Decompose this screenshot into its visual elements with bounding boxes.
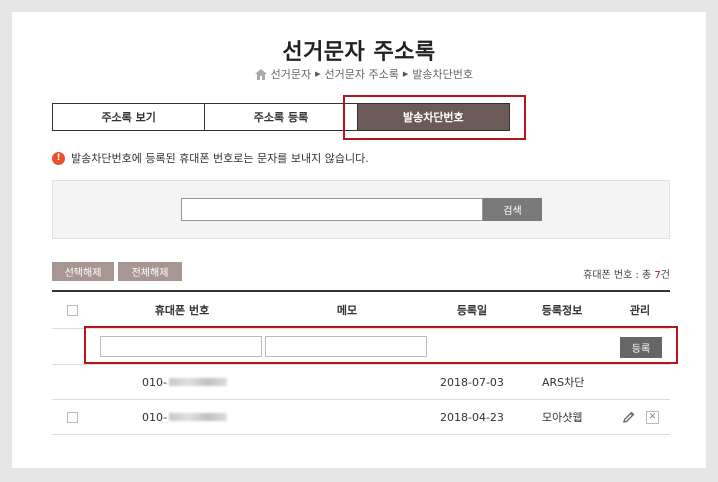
table-header: 휴대폰 번호 메모 등록일 등록정보 관리 bbox=[52, 292, 670, 329]
breadcrumb-item[interactable]: 선거문자 주소록 bbox=[325, 66, 399, 82]
notice-text: 발송차단번호에 등록된 휴대폰 번호로는 문자를 보내지 않습니다. bbox=[71, 152, 369, 165]
row-date: 2018-07-03 bbox=[440, 375, 504, 389]
chevron-right-icon: ▶ bbox=[315, 70, 321, 78]
total-count: 휴대폰 번호 : 총 7건 bbox=[583, 266, 670, 281]
memo-input[interactable] bbox=[265, 336, 427, 357]
row-checkbox[interactable] bbox=[67, 411, 78, 423]
phone-prefix: 010- bbox=[142, 375, 167, 389]
header-phone: 휴대폰 번호 bbox=[154, 304, 210, 317]
table-row: 010- 2018-04-23 모아샷웹 ✕ bbox=[52, 400, 670, 435]
tab-address-register[interactable]: 주소록 등록 bbox=[205, 104, 358, 130]
masked-number bbox=[168, 413, 227, 421]
header-manage: 관리 bbox=[629, 304, 651, 317]
home-icon[interactable] bbox=[254, 68, 267, 80]
tab-blocked-numbers[interactable]: 발송차단번호 bbox=[357, 104, 509, 130]
header-info: 등록정보 bbox=[541, 304, 583, 317]
breadcrumb-item[interactable]: 선거문자 bbox=[271, 66, 311, 82]
register-button[interactable]: 등록 bbox=[620, 337, 662, 358]
masked-number bbox=[168, 378, 227, 386]
search-button[interactable]: 검색 bbox=[483, 198, 542, 221]
search-area: 검색 bbox=[52, 180, 670, 239]
deselect-button[interactable]: 선택해제 bbox=[52, 262, 114, 281]
clear-all-button[interactable]: 전체해제 bbox=[118, 262, 182, 281]
chevron-right-icon: ▶ bbox=[402, 70, 409, 78]
notice: ! 발송차단번호에 등록된 휴대폰 번호로는 문자를 보내지 않습니다. bbox=[52, 150, 369, 166]
breadcrumb: 선거문자 ▶ 선거문자 주소록 ▶ 발송차단번호 bbox=[254, 66, 473, 82]
page-title: 선거문자 주소록 bbox=[282, 40, 436, 65]
breadcrumb-item[interactable]: 발송차단번호 bbox=[412, 66, 473, 82]
edit-icon[interactable] bbox=[622, 410, 636, 424]
header-date: 등록일 bbox=[456, 304, 488, 317]
tab-address-view[interactable]: 주소록 보기 bbox=[53, 104, 206, 130]
tab-bar: 주소록 보기 주소록 등록 발송차단번호 bbox=[52, 103, 510, 131]
select-all-checkbox[interactable] bbox=[67, 304, 78, 316]
phone-input[interactable] bbox=[100, 336, 262, 357]
delete-icon[interactable]: ✕ bbox=[646, 410, 659, 424]
count-suffix: 건 bbox=[660, 270, 670, 281]
count-prefix: 휴대폰 번호 : 총 bbox=[583, 270, 655, 281]
phone-number: 010- bbox=[142, 365, 227, 399]
table-row: 010- 2018-07-03 ARS차단 bbox=[52, 365, 670, 400]
phone-number: 010- bbox=[142, 400, 227, 434]
header-memo: 메모 bbox=[336, 304, 358, 317]
row-info: 모아샷웹 bbox=[542, 411, 583, 424]
blocked-number-table: 휴대폰 번호 메모 등록일 등록정보 관리 등록 010- 2018-07-03… bbox=[52, 290, 670, 435]
row-date: 2018-04-23 bbox=[440, 410, 504, 424]
info-icon: ! bbox=[52, 151, 65, 165]
row-info: ARS차단 bbox=[542, 376, 585, 389]
phone-prefix: 010- bbox=[142, 410, 167, 424]
search-input[interactable] bbox=[181, 198, 483, 221]
